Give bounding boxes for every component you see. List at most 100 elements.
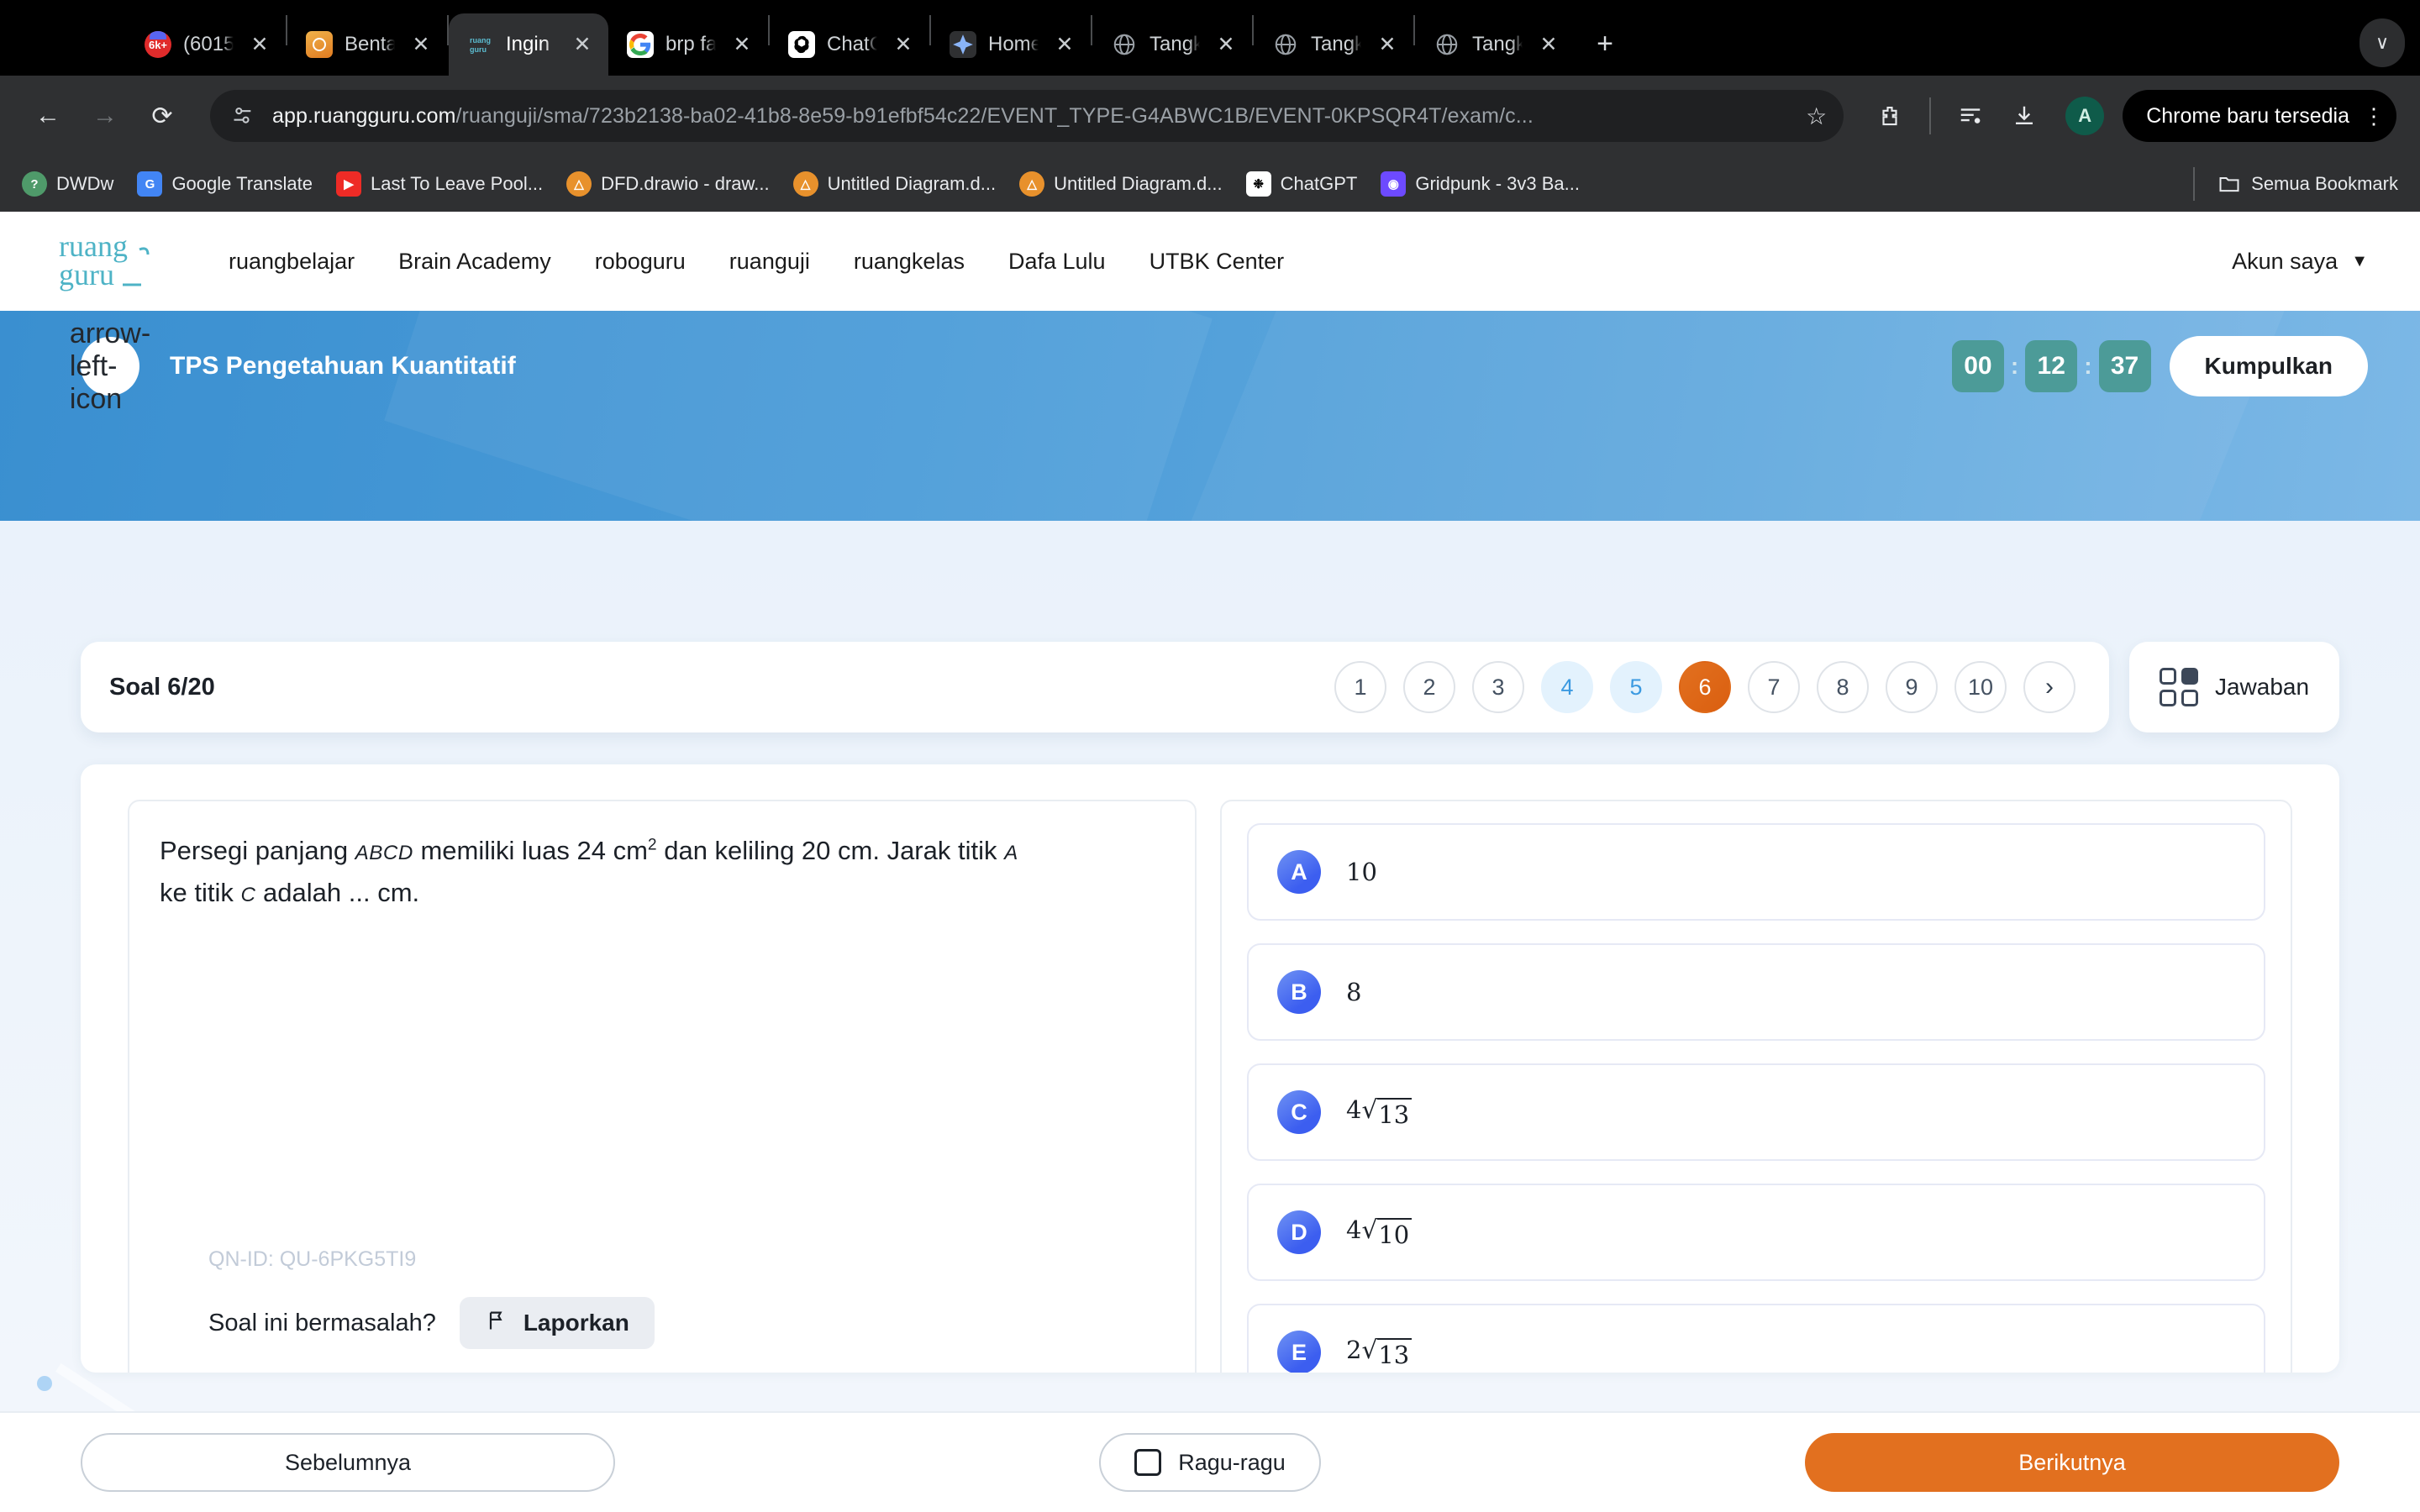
close-icon[interactable]: ✕ [245, 30, 274, 59]
bookmark-item[interactable]: ▶ Last To Leave Pool... [335, 171, 544, 197]
close-icon[interactable]: ✕ [407, 30, 435, 59]
option-c-coefficient: 4 [1346, 1095, 1362, 1124]
answer-option-b[interactable]: B 8 [1247, 943, 2265, 1041]
timer-separator: : [2084, 353, 2092, 379]
question-number-10[interactable]: 10 [1954, 661, 2007, 713]
question-number-2[interactable]: 2 [1403, 661, 1455, 713]
nav-item-ruangbelajar[interactable]: ruangbelajar [207, 249, 376, 275]
new-tab-button[interactable]: + [1585, 24, 1625, 64]
address-bar[interactable]: app.ruangguru.com/ruanguji/sma/723b2138-… [210, 90, 1844, 142]
option-e-coefficient: 2 [1346, 1335, 1362, 1364]
forward-button[interactable]: → [81, 92, 129, 140]
all-bookmarks-button[interactable]: Semua Bookmark [2217, 171, 2398, 197]
nav-item-brain-academy[interactable]: Brain Academy [376, 249, 573, 275]
bookmark-item[interactable]: △ DFD.drawio - draw... [566, 171, 770, 197]
question-number-1[interactable]: 1 [1334, 661, 1386, 713]
browser-tab[interactable]: Homework ✕ [931, 13, 1091, 76]
tab-title: brp faktor p [666, 33, 716, 55]
tab-search-chevron-icon[interactable]: ∨ [2360, 18, 2405, 67]
answers-panel-button[interactable]: Jawaban [2129, 642, 2339, 732]
question-number-5[interactable]: 5 [1610, 661, 1662, 713]
chatgpt-icon: ❉ [1245, 171, 1271, 197]
nav-item-dafa-lulu[interactable]: Dafa Lulu [986, 249, 1128, 275]
doubt-toggle-button[interactable]: Ragu-ragu [1099, 1433, 1321, 1492]
tab-title: (6015) Disc [183, 33, 234, 55]
close-icon[interactable]: ✕ [1534, 30, 1563, 59]
reload-button[interactable]: ⟳ [138, 92, 187, 140]
bookmark-item[interactable]: ? DWDw [22, 171, 113, 197]
close-icon[interactable]: ✕ [1050, 30, 1079, 59]
chevron-down-icon: ▼ [2351, 251, 2368, 270]
answer-option-d[interactable]: D 4 √ 10 [1247, 1184, 2265, 1281]
close-icon[interactable]: ✕ [568, 30, 597, 59]
svg-text:guru: guru [59, 258, 114, 291]
question-line2-a: ke titik [160, 878, 241, 908]
nav-item-ruanguji[interactable]: ruanguji [708, 249, 832, 275]
extensions-icon[interactable] [1867, 93, 1912, 139]
browser-tab[interactable]: 6k+ (6015) Disc ✕ [126, 13, 286, 76]
question-line1-c: dan keliling 20 cm. Jarak titik [656, 836, 1005, 865]
answer-option-e[interactable]: E 2 √ 13 [1247, 1304, 2265, 1373]
bookmarks-bar: ? DWDw G Google Translate ▶ Last To Leav… [0, 156, 2420, 212]
checkbox-icon[interactable] [1134, 1449, 1162, 1476]
browser-tab[interactable]: brp faktor p ✕ [608, 13, 768, 76]
next-question-button[interactable]: Berikutnya [1804, 1433, 2339, 1492]
tab-title: Ingin Lolos [506, 33, 556, 55]
browser-tab[interactable]: Tangkapan ✕ [1254, 13, 1413, 76]
report-button[interactable]: Laporkan [459, 1297, 655, 1349]
ruangguru-logo[interactable]: ruang guru [59, 229, 163, 293]
gemini-icon [950, 31, 976, 58]
downloads-icon[interactable] [2002, 93, 2047, 139]
bookmark-item[interactable]: G Google Translate [137, 171, 313, 197]
bookmark-item[interactable]: △ Untitled Diagram.d... [792, 171, 996, 197]
bookmark-star-icon[interactable]: ☆ [1806, 102, 1827, 130]
close-icon[interactable]: ✕ [1212, 30, 1240, 59]
question-number-4[interactable]: 4 [1541, 661, 1593, 713]
question-number-7[interactable]: 7 [1748, 661, 1800, 713]
browser-tab[interactable]: Tangkapan ✕ [1092, 13, 1252, 76]
answer-option-c[interactable]: C 4 √ 13 [1247, 1063, 2265, 1161]
chrome-update-button[interactable]: Chrome baru tersedia ⋮ [2123, 90, 2396, 142]
nav-item-utbk-center[interactable]: UTBK Center [1128, 249, 1307, 275]
kebab-menu-icon[interactable]: ⋮ [2363, 105, 2385, 127]
question-number-6[interactable]: 6 [1679, 661, 1731, 713]
back-button[interactable]: ← [24, 92, 72, 140]
exam-footer: Sebelumnya Ragu-ragu Berikutnya [0, 1411, 2420, 1512]
previous-question-button[interactable]: Sebelumnya [81, 1433, 615, 1492]
question-line1-b: memiliki luas 24 cm [413, 836, 648, 865]
site-settings-icon[interactable] [229, 102, 257, 130]
url-domain: app.ruangguru.com [272, 103, 456, 128]
browser-tab[interactable]: ChatGPT ✕ [770, 13, 929, 76]
question-number-3[interactable]: 3 [1472, 661, 1524, 713]
answer-option-a[interactable]: A 10 [1247, 823, 2265, 921]
profile-avatar[interactable]: A [2065, 97, 2105, 135]
browser-tab[interactable]: Bentala ✕ [287, 13, 447, 76]
arrow-left-icon[interactable]: arrow-left-icon [70, 318, 150, 415]
tab-title: Tangkapan [1150, 33, 1200, 55]
nav-item-ruangkelas[interactable]: ruangkelas [832, 249, 986, 275]
question-number-9[interactable]: 9 [1886, 661, 1938, 713]
account-menu-button[interactable]: Akun saya ▼ [2232, 249, 2368, 275]
bookmark-label: DFD.drawio - draw... [601, 173, 770, 194]
bookmark-item[interactable]: △ Untitled Diagram.d... [1019, 171, 1223, 197]
option-text-c: 4 √ 13 [1346, 1095, 1413, 1130]
reading-list-icon[interactable] [1948, 93, 1993, 139]
browser-tab-active[interactable]: ruangguru Ingin Lolos ✕ [449, 13, 608, 76]
bookmark-label: Last To Leave Pool... [370, 173, 544, 194]
doubt-label: Ragu-ragu [1178, 1449, 1286, 1475]
submit-exam-button[interactable]: Kumpulkan [2169, 336, 2368, 396]
option-letter-c: C [1277, 1090, 1321, 1134]
chevron-right-icon[interactable]: › [2023, 661, 2075, 713]
bookmark-label: Untitled Diagram.d... [1054, 173, 1223, 194]
bookmark-item[interactable]: ❉ ChatGPT [1245, 171, 1357, 197]
close-icon[interactable]: ✕ [1373, 30, 1402, 59]
toolbar-divider [1929, 97, 1932, 134]
close-icon[interactable]: ✕ [728, 30, 756, 59]
question-nav-card: Soal 6/20 1 2 3 4 5 6 7 8 9 10 › [81, 642, 2109, 732]
nav-item-roboguru[interactable]: roboguru [573, 249, 708, 275]
tab-title: Tangkapan [1472, 33, 1523, 55]
question-number-8[interactable]: 8 [1817, 661, 1869, 713]
close-icon[interactable]: ✕ [889, 30, 918, 59]
bookmark-item[interactable]: ◉ Gridpunk - 3v3 Ba... [1381, 171, 1580, 197]
browser-tab[interactable]: Tangkapan ✕ [1415, 13, 1575, 76]
